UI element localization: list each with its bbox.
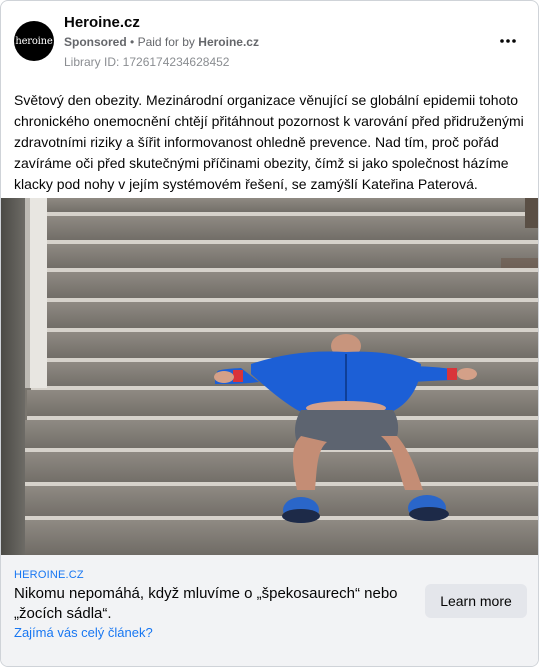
ad-header: heroine Heroine.cz Sponsored • Paid for … xyxy=(1,1,538,81)
more-horizontal-icon xyxy=(500,39,516,43)
separator-dot: • xyxy=(130,35,138,49)
paid-for-prefix: Paid for by xyxy=(137,35,195,49)
link-preview[interactable]: HEROINE.CZ Nikomu nepomáhá, když mluvíme… xyxy=(1,555,538,666)
more-options-button[interactable] xyxy=(496,29,520,53)
stairs-person-photo xyxy=(1,198,538,555)
sponsor-line: Sponsored • Paid for by Heroine.cz xyxy=(64,35,259,49)
library-id: Library ID: 1726174234628452 xyxy=(64,55,230,69)
learn-more-button[interactable]: Learn more xyxy=(425,584,527,618)
ad-card: heroine Heroine.cz Sponsored • Paid for … xyxy=(0,0,539,667)
link-description[interactable]: Zajímá vás celý článek? xyxy=(14,625,153,640)
link-headline[interactable]: Nikomu nepomáhá, když mluvíme o „špekosa… xyxy=(14,584,424,624)
avatar-logo-text: heroine xyxy=(15,35,53,47)
ad-image[interactable] xyxy=(1,198,538,555)
avatar[interactable]: heroine xyxy=(14,21,54,61)
link-domain[interactable]: HEROINE.CZ xyxy=(14,569,84,581)
sponsored-label: Sponsored xyxy=(64,35,127,49)
paid-for-name: Heroine.cz xyxy=(198,35,259,49)
post-text: Světový den obezity. Mezinárodní organiz… xyxy=(14,92,524,192)
left-wall xyxy=(1,198,25,555)
page-name-link[interactable]: Heroine.cz xyxy=(64,14,140,31)
